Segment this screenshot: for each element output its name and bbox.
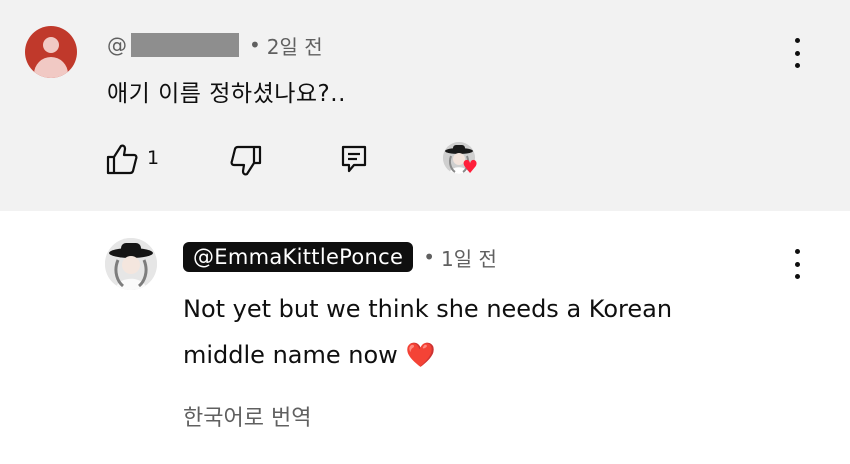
thumb-down-outline-icon[interactable] <box>229 145 263 177</box>
meta-separator: • <box>423 245 436 269</box>
heart-icon: ♥ <box>462 157 479 178</box>
creator-avatar[interactable] <box>105 238 157 290</box>
comment-text: 애기 이름 정하셨나요?.. <box>107 81 346 107</box>
meta-separator: • <box>249 33 261 57</box>
creator-handle-badge[interactable]: @EmmaKittlePonce <box>183 242 414 272</box>
more-vertical-icon[interactable] <box>787 249 807 279</box>
red-heart-emoji: ❤️ <box>405 341 436 369</box>
reply-line-1: Not yet but we think she needs a Korean <box>183 295 673 323</box>
reply-line-2: middle name now ❤️ <box>183 332 803 378</box>
comment-meta: @ • 2일 전 <box>107 31 323 60</box>
redacted-username <box>131 33 239 57</box>
like-count: 1 <box>147 147 160 169</box>
parent-comment: @ • 2일 전 애기 이름 정하셨나요?.. 1 ♥ <box>0 0 850 211</box>
avatar-body-shape <box>34 57 68 78</box>
username-prefix: @ <box>107 33 127 57</box>
comment-reply-icon[interactable] <box>340 144 368 174</box>
reply-meta: @EmmaKittlePonce • 1일 전 <box>183 240 497 274</box>
translate-button[interactable]: 한국어로 번역 <box>183 400 311 432</box>
comment-timestamp[interactable]: 2일 전 <box>267 31 323 60</box>
more-vertical-icon[interactable] <box>787 38 807 68</box>
reply-timestamp[interactable]: 1일 전 <box>441 243 497 272</box>
user-avatar[interactable] <box>25 26 77 78</box>
avatar-head-shape <box>43 37 59 53</box>
thumb-up-outline-icon[interactable] <box>105 143 139 175</box>
reply-text: Not yet but we think she needs a Korean … <box>183 286 803 378</box>
reply-line-2-text: middle name now <box>183 341 398 369</box>
creator-heart-badge[interactable]: ♥ <box>443 142 485 182</box>
